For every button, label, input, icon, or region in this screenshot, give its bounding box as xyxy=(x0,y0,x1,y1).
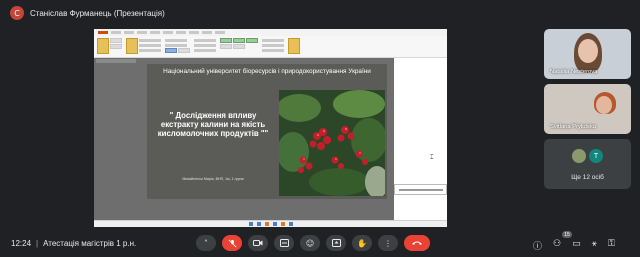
slide-title: " Дослідження впливу екстракту калини на… xyxy=(157,111,269,138)
taskbar-app-icon xyxy=(288,222,293,226)
viburnum-photo xyxy=(279,90,385,196)
meeting-info: 12:24 | Атестація магістрів 1 р.н. xyxy=(11,239,136,248)
ribbon-tabs xyxy=(94,29,447,36)
end-call-glyph xyxy=(412,241,422,245)
camera-icon[interactable] xyxy=(248,235,268,251)
current-slide: Національний університет біоресурсів і п… xyxy=(147,64,387,199)
paste-icon xyxy=(97,38,109,54)
participant-tile[interactable]: Svitlana Prylutska xyxy=(544,84,631,134)
people-icon[interactable]: ⚇ xyxy=(553,239,561,252)
participant-count-badge: 15 xyxy=(562,231,572,238)
more-participants-label: Ще 12 осіб xyxy=(571,174,604,181)
fill-icon xyxy=(220,44,232,49)
meeting-separator: | xyxy=(36,239,39,248)
meeting-time: 12:24 xyxy=(11,239,32,248)
end-call-icon[interactable] xyxy=(404,235,430,251)
ribbon-tab xyxy=(163,31,173,34)
ribbon-tab xyxy=(137,31,147,34)
presenter-label: Станіслав Фурманець (Презентація) xyxy=(30,8,165,18)
ribbon-tab xyxy=(176,31,186,34)
more-icon[interactable]: ⋮ xyxy=(378,235,398,251)
windows-taskbar xyxy=(94,220,447,227)
captions-glyph xyxy=(279,239,289,247)
present-icon[interactable] xyxy=(326,235,346,251)
host-controls-icon[interactable]: ⚿ xyxy=(608,239,615,252)
ribbon-tab xyxy=(189,31,199,34)
meeting-title: Атестація магістрів 1 р.н. xyxy=(43,239,137,248)
taskbar-app-icon xyxy=(280,222,285,226)
taskbar-app-icon xyxy=(264,222,269,226)
chat-icon[interactable]: ▭ xyxy=(572,239,581,252)
participant-face xyxy=(578,39,598,63)
cut-icon xyxy=(110,38,122,43)
participant-avatar xyxy=(572,149,586,163)
more-participants-tile[interactable]: T Ще 12 осіб xyxy=(544,139,631,189)
font-color-icon xyxy=(165,48,177,53)
mic-off-glyph xyxy=(228,239,236,247)
slide-author: Михайленко Марія, ВНП, 1м, 1 група xyxy=(182,177,244,181)
participant-name: Svitlana Prylutska xyxy=(550,124,597,130)
activities-icon[interactable]: ⚹ xyxy=(592,239,597,252)
copy-icon xyxy=(110,44,122,49)
right-panel xyxy=(394,58,447,220)
dictate-icon xyxy=(288,38,300,54)
arrange-icon xyxy=(233,38,245,43)
call-controls: ˄ ☺ ✋ ⋮ xyxy=(196,235,430,251)
emoji-icon[interactable]: ☺ xyxy=(300,235,320,251)
ribbon-tab xyxy=(202,31,212,34)
viburnum-illustration xyxy=(279,90,385,196)
tooltip-text-line xyxy=(399,189,443,191)
ribbon-toolbar xyxy=(94,36,447,58)
ribbon-tab xyxy=(215,31,225,34)
participant-avatar: T xyxy=(589,149,603,163)
ribbon-group-drawing xyxy=(220,38,258,55)
ribbon-tab xyxy=(98,31,108,34)
participant-tile[interactable]: Nataliia Nesterova xyxy=(544,29,631,79)
ribbon-group-clipboard xyxy=(97,38,122,55)
ribbon-tab xyxy=(111,31,121,34)
presenter-banner: С Станіслав Фурманець (Презентація) xyxy=(10,4,165,22)
slide-university: Національний університет біоресурсів і п… xyxy=(163,68,371,75)
taskbar-app-icon xyxy=(272,222,277,226)
slide-thumbnails-pane xyxy=(94,58,146,220)
mic-off-icon[interactable] xyxy=(222,235,242,251)
info-icon[interactable]: ⓘ xyxy=(533,239,542,252)
mouse-cursor-icon: ⌶ xyxy=(430,155,434,161)
ribbon-tab xyxy=(124,31,134,34)
ribbon-group-dictate xyxy=(288,38,300,55)
styles-icon xyxy=(246,38,258,43)
shared-screen: Національний університет біоресурсів і п… xyxy=(94,29,447,227)
presentation-workspace: Національний університет біоресурсів і п… xyxy=(94,58,447,220)
taskbar-app-icon xyxy=(256,222,261,226)
ribbon-group-slides xyxy=(126,38,161,55)
tooltip-popup xyxy=(394,184,447,195)
participant-face xyxy=(596,96,612,114)
present-glyph xyxy=(331,239,341,247)
participant-name: Nataliia Nesterova xyxy=(550,69,598,75)
chevron-up-icon[interactable]: ˄ xyxy=(196,235,216,251)
ribbon-tab xyxy=(150,31,160,34)
ribbon-group-font xyxy=(165,38,190,55)
bottom-bar: 12:24 | Атестація магістрів 1 р.н. ˄ ☺ ✋… xyxy=(0,230,640,257)
outline-icon xyxy=(233,44,245,49)
bold-icon xyxy=(178,48,190,53)
shapes-icon xyxy=(220,38,232,43)
camera-glyph xyxy=(253,240,263,246)
windows-start-icon xyxy=(248,222,253,226)
new-slide-icon xyxy=(126,38,138,54)
thumbnail-label xyxy=(96,59,136,63)
ribbon-group-editing xyxy=(262,38,284,55)
presenter-avatar: С xyxy=(10,6,24,20)
side-panel-controls: ⓘ ⚇ ▭ ⚹ ⚿ xyxy=(533,239,615,252)
raise-hand-icon[interactable]: ✋ xyxy=(352,235,372,251)
ribbon-group-paragraph xyxy=(194,38,216,55)
captions-icon[interactable] xyxy=(274,235,294,251)
